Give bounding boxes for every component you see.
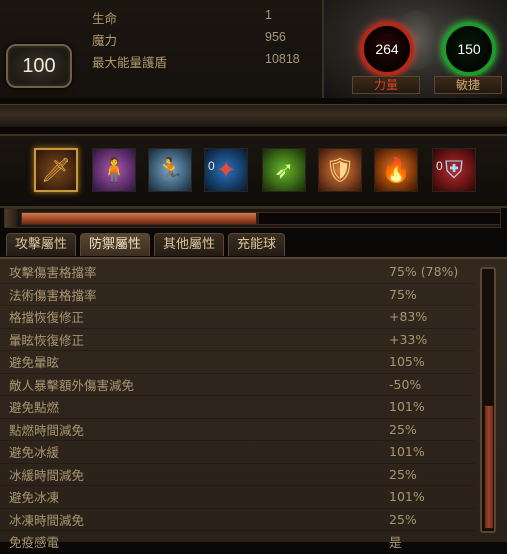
stat-value: 75% (78%) — [389, 264, 459, 280]
stat-value: 25% — [389, 421, 417, 437]
strength-orb: 264 — [360, 22, 414, 76]
stat-name: 冰緩時間減免 — [9, 467, 85, 483]
skill-fire-shield-icon[interactable]: 🛡 — [318, 148, 362, 192]
list-item: 格擋恢復修正 +83% — [0, 306, 474, 329]
list-item: 避免暈眩 105% — [0, 351, 474, 374]
stat-name: 冰凍時間減免 — [9, 512, 85, 528]
tab-defense[interactable]: 防禦屬性 — [80, 233, 151, 256]
skill-count: 0 — [208, 159, 215, 173]
character-header: 100 生命 1 魔力 956 最大能量護盾 10818 264 150 力量 … — [0, 0, 507, 98]
stat-name: 點燃時間減免 — [9, 422, 85, 438]
stat-name: 法術傷害格擋率 — [9, 287, 97, 303]
skill-red-armor-icon[interactable]: 0 ⛨ — [432, 148, 476, 192]
experience-track — [21, 212, 501, 225]
stat-label: 最大能量護盾 — [92, 55, 168, 70]
skill-sword-icon[interactable]: 🗡 — [34, 148, 78, 192]
character-stats: 生命 1 魔力 956 最大能量護盾 10818 — [92, 8, 322, 74]
skill-glyph: 🗡 — [40, 156, 72, 184]
list-item: 暈眩恢復修正 +33% — [0, 329, 474, 351]
tab-offense[interactable]: 攻擊屬性 — [6, 233, 77, 256]
stat-name: 免疫感電 — [9, 535, 60, 551]
defense-stats-panel: 攻擊傷害格擋率 75% (78%) 法術傷害格擋率 75% 格擋恢復修正 +83% 暈… — [0, 257, 507, 554]
decorative-separator — [0, 104, 507, 128]
stat-name: 避免暈眩 — [9, 355, 60, 371]
stat-name: 暈眩恢復修正 — [9, 332, 85, 348]
stat-label: 魔力 — [92, 33, 118, 48]
stat-value: -50% — [389, 376, 422, 392]
stat-value: 10818 — [265, 52, 300, 66]
stat-name: 攻擊傷害格擋率 — [9, 265, 97, 281]
dexterity-label: 敏捷 — [434, 76, 502, 94]
stat-name: 敵人暴擊額外傷害減免 — [9, 377, 135, 393]
stat-value: 101% — [389, 399, 425, 415]
experience-fill — [22, 213, 257, 224]
scrollbar-thumb[interactable] — [484, 405, 494, 529]
skill-glyph: 🛡 — [324, 156, 356, 184]
list-item: 敵人暴擊額外傷害減免 -50% — [0, 374, 474, 396]
stat-value: 956 — [265, 30, 286, 44]
stat-value: 101% — [389, 489, 425, 505]
list-item: 避免冰凍 101% — [0, 486, 474, 509]
dexterity-orb: 150 — [442, 22, 496, 76]
list-item: 點燃時間減免 25% — [0, 419, 474, 441]
list-item: 避免點燃 101% — [0, 396, 474, 419]
skill-glyph: ➶ — [273, 156, 295, 184]
list-item: 冰凍時間減免 25% — [0, 509, 474, 531]
list-item: 避免冰緩 101% — [0, 441, 474, 464]
skill-glyph: ⛨ — [445, 156, 463, 184]
skill-glyph: 🏃 — [155, 156, 185, 184]
stat-label: 生命 — [92, 11, 118, 26]
stat-value: 是 — [389, 535, 402, 551]
experience-bar-cap — [5, 209, 17, 227]
skill-glyph: 🧍 — [99, 156, 129, 184]
stat-tabs: 攻擊屬性 防禦屬性 其他屬性 充能球 — [6, 233, 286, 257]
strength-label: 力量 — [352, 76, 420, 94]
skill-glyph: 🔥 — [381, 156, 411, 184]
skill-bar: 🗡 🧍 🏃 0 ✦ ➶ 🛡 🔥 0 ⛨ — [0, 134, 507, 208]
tab-misc[interactable]: 其他屬性 — [154, 233, 225, 256]
list-item: 冰緩時間減免 25% — [0, 464, 474, 486]
stat-value: 105% — [389, 354, 425, 370]
tab-charges[interactable]: 充能球 — [228, 233, 286, 256]
skill-glyph: ✦ — [215, 156, 237, 184]
stat-name: 避免冰緩 — [9, 445, 60, 461]
stat-value: 25% — [389, 511, 417, 527]
stat-row-mana: 魔力 956 — [92, 30, 322, 52]
attribute-ornament: 264 150 力量 敏捷 — [322, 0, 507, 98]
stats-scrollbar[interactable] — [480, 267, 496, 533]
experience-bar — [4, 208, 501, 228]
stat-row-life: 生命 1 — [92, 8, 322, 30]
stat-value: +33% — [389, 331, 428, 347]
defense-stats-list: 攻擊傷害格擋率 75% (78%) 法術傷害格擋率 75% 格擋恢復修正 +83% 暈… — [0, 261, 474, 554]
level-badge: 100 — [6, 44, 72, 88]
stat-name: 格擋恢復修正 — [9, 310, 85, 326]
stat-value: 75% — [389, 286, 417, 302]
stat-row-energy-shield: 最大能量護盾 10818 — [92, 52, 322, 74]
skill-green-arrow-icon[interactable]: ➶ — [262, 148, 306, 192]
stat-value: +83% — [389, 309, 428, 325]
stat-value: 25% — [389, 466, 417, 482]
skill-spectral-figure-icon[interactable]: 🧍 — [92, 148, 136, 192]
list-item: 法術傷害格擋率 75% — [0, 284, 474, 306]
skill-blue-aura-icon[interactable]: 0 ✦ — [204, 148, 248, 192]
stat-value: 1 — [265, 8, 272, 22]
stat-name: 避免點燃 — [9, 400, 60, 416]
skill-count: 0 — [436, 159, 443, 173]
list-item: 攻擊傷害格擋率 75% (78%) — [0, 261, 474, 284]
stat-name: 避免冰凍 — [9, 490, 60, 506]
stat-value: 101% — [389, 444, 425, 460]
skill-fire-figure-icon[interactable]: 🔥 — [374, 148, 418, 192]
list-item: 免疫感電 是 — [0, 531, 474, 554]
experience-divider — [256, 213, 260, 224]
skill-ice-dash-icon[interactable]: 🏃 — [148, 148, 192, 192]
